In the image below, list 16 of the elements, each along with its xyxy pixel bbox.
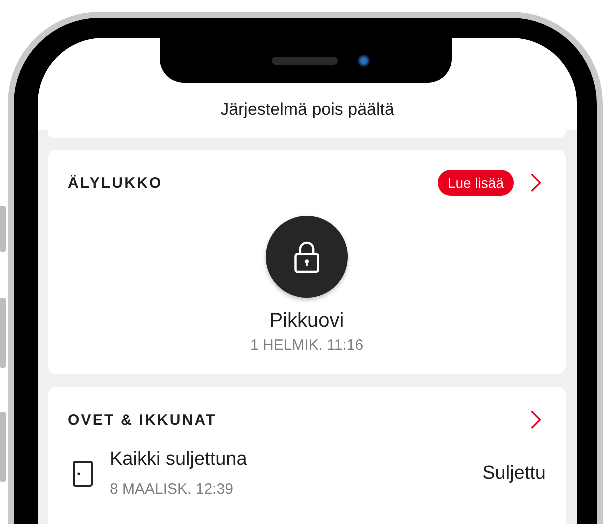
section-heading: OVET & IKKUNAT	[68, 412, 217, 428]
chevron-right-icon[interactable]	[530, 409, 542, 431]
door-icon	[72, 460, 94, 488]
timestamp: 1 HELMIK. 11:16	[250, 337, 364, 354]
padlock-icon	[292, 240, 322, 274]
read-more-button[interactable]: Lue lisää	[438, 170, 514, 196]
chevron-right-icon[interactable]	[530, 172, 542, 194]
camera-lens	[358, 54, 370, 66]
speaker-grille	[272, 56, 338, 64]
sensor-summary: Kaikki suljettuna	[110, 449, 248, 471]
screen-title: Järjestelmä pois päältä	[220, 100, 394, 120]
lock-name: Pikkuovi	[270, 310, 344, 333]
status-label: Suljettu	[482, 462, 546, 484]
section-heading: ÄLYLUKKO	[68, 174, 163, 192]
timestamp: 8 MAALISK. 12:39	[110, 481, 234, 498]
lock-button[interactable]	[266, 216, 348, 298]
